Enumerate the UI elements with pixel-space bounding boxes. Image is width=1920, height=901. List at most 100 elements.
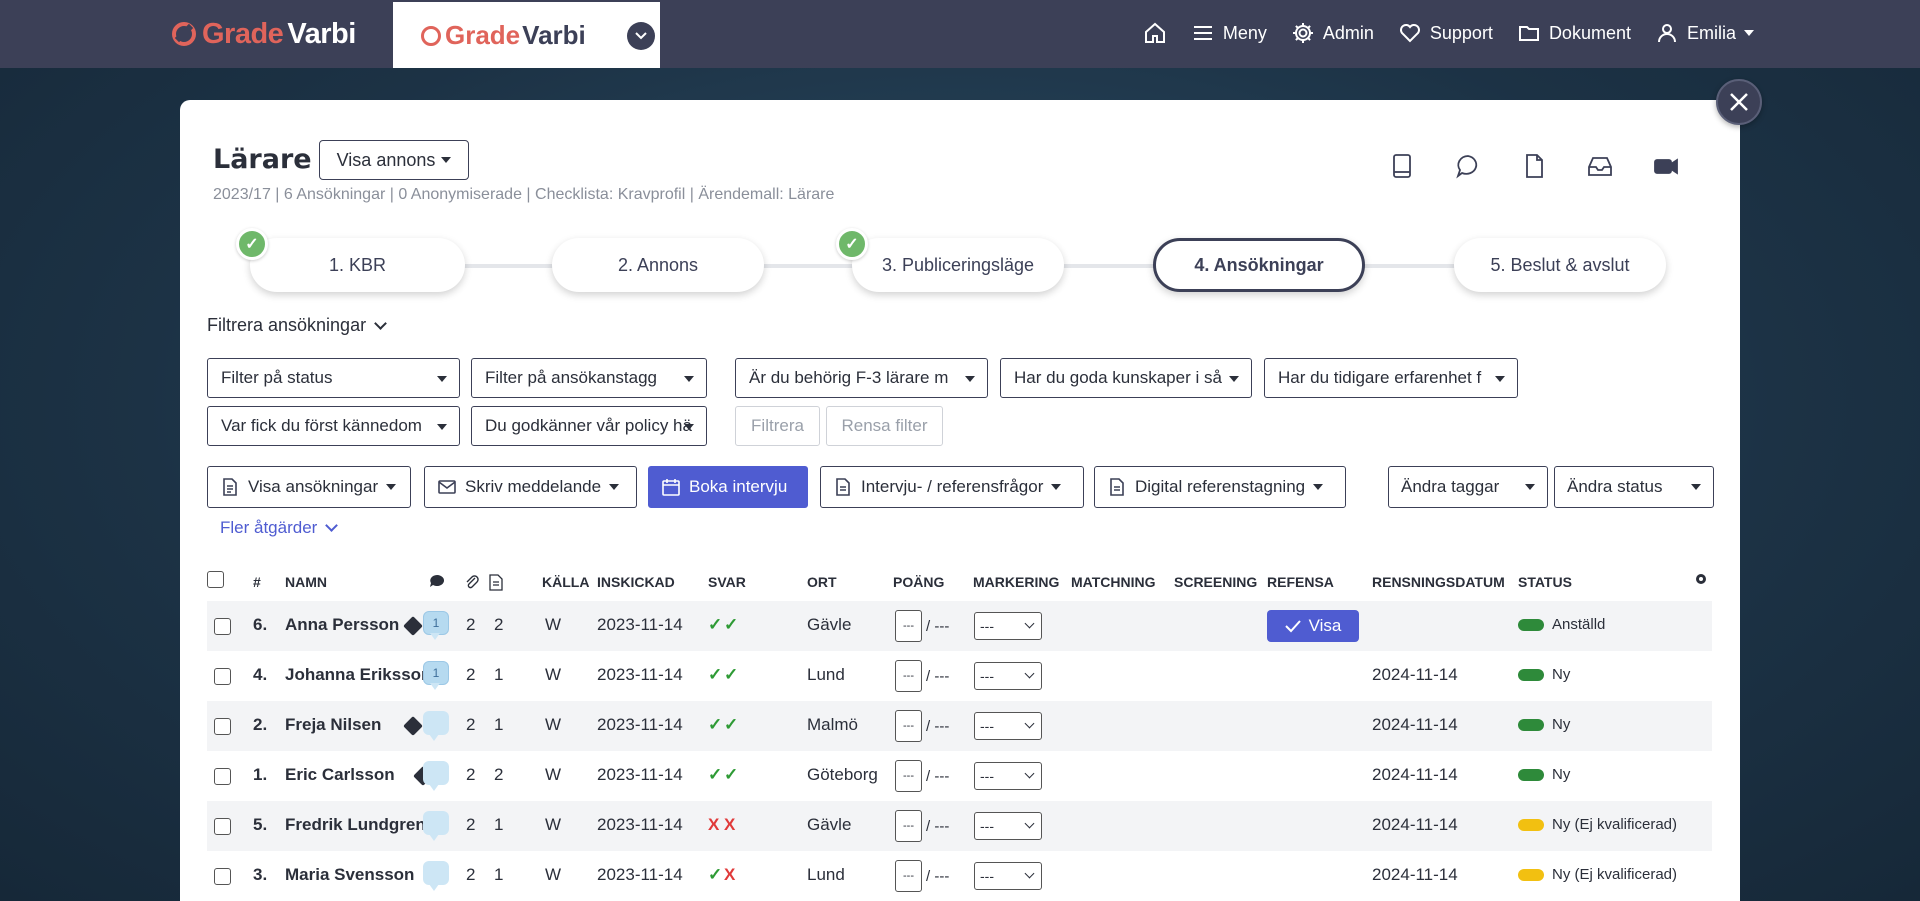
col-inskickad[interactable]: INSKICKAD <box>597 574 675 590</box>
points-input[interactable]: --- <box>895 760 922 792</box>
top-navbar: Grade Varbi Grade Varbi Meny Admin Support… <box>0 0 1920 68</box>
filter-status-select[interactable]: Filter på status <box>207 358 460 398</box>
boka-intervju-button[interactable]: Boka intervju <box>648 466 808 508</box>
points-input[interactable]: --- <box>895 610 922 642</box>
nav-admin[interactable]: Admin <box>1291 21 1374 45</box>
book-icon[interactable] <box>1388 152 1416 180</box>
rensa-filter-button[interactable]: Rensa filter <box>826 406 943 446</box>
applicant-name[interactable]: Eric Carlsson <box>285 765 395 785</box>
org-switcher-dropdown-icon[interactable] <box>627 22 655 50</box>
submitted-date: 2023-11-14 <box>597 865 683 884</box>
message-bubble-icon[interactable]: 1 <box>423 611 449 640</box>
col-status[interactable]: STATUS <box>1518 574 1572 590</box>
points-input[interactable]: --- <box>895 810 922 842</box>
fler-atgarder-toggle[interactable]: Fler åtgärder <box>220 518 339 538</box>
digital-referenstagning-button[interactable]: Digital referenstagning <box>1094 466 1346 508</box>
video-icon[interactable] <box>1652 152 1680 180</box>
row-checkbox[interactable] <box>214 818 231 835</box>
points-value: --- <box>903 820 914 832</box>
inbox-icon[interactable] <box>1586 152 1614 180</box>
col-markering[interactable]: MARKERING <box>973 574 1059 590</box>
applicant-name[interactable]: Maria Svensson <box>285 865 414 885</box>
intervju-fragor-button[interactable]: Intervju- / referensfrågor <box>820 466 1084 508</box>
nav-dokument-label: Dokument <box>1548 22 1631 43</box>
col-matchning[interactable]: MATCHNING <box>1071 574 1156 590</box>
marking-select[interactable]: --- <box>974 862 1042 890</box>
marking-select[interactable]: --- <box>974 712 1042 740</box>
andra-status-button[interactable]: Ändra status <box>1554 466 1714 508</box>
answer-indicator-1: ✓ <box>708 715 723 734</box>
chat-icon[interactable] <box>1454 152 1482 180</box>
nav-user[interactable]: Emilia <box>1655 21 1754 45</box>
filter-policy-select[interactable]: Du godkänner vår policy hä <box>471 406 707 446</box>
row-checkbox[interactable] <box>214 868 231 885</box>
filter-toggle[interactable]: Filtrera ansökningar <box>207 315 387 336</box>
col-kalla[interactable]: KÄLLA <box>542 574 589 590</box>
filter-tag-select[interactable]: Filter på ansökanstagg <box>471 358 707 398</box>
filtrera-button[interactable]: Filtrera <box>735 406 820 446</box>
step-beslut[interactable]: 5. Beslut & avslut <box>1454 238 1666 292</box>
message-bubble-icon[interactable] <box>423 711 449 741</box>
applicant-name[interactable]: Johanna Eriksson <box>285 665 431 685</box>
filter-behorig-select[interactable]: Är du behörig F-3 lärare m <box>735 358 988 398</box>
filter-kunskaper-select[interactable]: Har du goda kunskaper i så <box>1000 358 1252 398</box>
points-input[interactable]: --- <box>895 710 922 742</box>
submitted-date: 2023-11-14 <box>597 765 683 784</box>
row-checkbox[interactable] <box>214 718 231 735</box>
applicant-name[interactable]: Fredrik Lundgren <box>285 815 426 835</box>
status-dot <box>1518 719 1544 731</box>
row-checkbox[interactable] <box>214 668 231 685</box>
col-ort[interactable]: ORT <box>807 574 837 590</box>
message-bubble-icon[interactable] <box>423 761 449 791</box>
table-row[interactable]: 2. Freja Nilsen 2 1 W 2023-11-14 ✓ ✓ Malmö --- / -… <box>207 701 1712 751</box>
visa-ansokningar-button[interactable]: Visa ansökningar <box>207 466 411 508</box>
table-settings-icon[interactable] <box>1694 572 1708 589</box>
applicant-name[interactable]: Freja Nilsen <box>285 715 381 735</box>
nav-menu-label: Meny <box>1222 22 1267 43</box>
document-icon <box>1110 478 1124 496</box>
step-ansokningar[interactable]: 4. Ansökningar <box>1153 238 1365 292</box>
message-bubble-icon[interactable] <box>423 811 449 841</box>
close-modal-button[interactable] <box>1716 79 1762 125</box>
table-row[interactable]: 4. Johanna Eriksson 1 2 1 W 2023-11-14 ✓ ✓ Lund --… <box>207 651 1712 701</box>
table-row[interactable]: 5. Fredrik Lundgren 2 1 W 2023-11-14 X X Gävle --… <box>207 801 1712 851</box>
step-publiceringslage[interactable]: 3. Publiceringsläge <box>852 238 1064 292</box>
marking-select[interactable]: --- <box>974 762 1042 790</box>
org-switcher[interactable]: Grade Varbi <box>393 2 660 68</box>
col-refensa[interactable]: REFENSA <box>1267 574 1334 590</box>
table-row[interactable]: 1. Eric Carlsson 2 2 W 2023-11-14 ✓ ✓ Göteborg --… <box>207 751 1712 801</box>
filter-kannedom-select[interactable]: Var fick du först kännedom <box>207 406 460 446</box>
points-input[interactable]: --- <box>895 860 922 892</box>
visa-annons-button[interactable]: Visa annons <box>319 140 469 180</box>
select-all-checkbox[interactable] <box>207 571 224 588</box>
col-rensningsdatum[interactable]: RENSNINGSDATUM <box>1372 574 1505 590</box>
refensa-visa-button[interactable]: Visa <box>1267 610 1359 642</box>
step-annons[interactable]: 2. Annons <box>552 238 764 292</box>
applicant-name[interactable]: Anna Persson <box>285 615 399 635</box>
nav-home[interactable] <box>1143 21 1167 45</box>
message-bubble-icon[interactable] <box>423 861 449 891</box>
row-checkbox[interactable] <box>214 768 231 785</box>
col-name[interactable]: NAMN <box>285 574 327 590</box>
table-row[interactable]: 3. Maria Svensson 2 1 W 2023-11-14 ✓ X Lund --- / … <box>207 851 1712 901</box>
table-row[interactable]: 6. Anna Persson 1 2 2 W 2023-11-14 ✓ ✓ Gävle --- / … <box>207 601 1712 651</box>
points-input[interactable]: --- <box>895 660 922 692</box>
document-icon[interactable] <box>1520 152 1548 180</box>
marking-select[interactable]: --- <box>974 662 1042 690</box>
filter-toggle-label: Filtrera ansökningar <box>207 315 367 335</box>
row-checkbox[interactable] <box>214 618 231 635</box>
marking-select[interactable]: --- <box>974 612 1042 640</box>
marking-select[interactable]: --- <box>974 812 1042 840</box>
col-svar[interactable]: SVAR <box>708 574 746 590</box>
col-screening[interactable]: SCREENING <box>1174 574 1257 590</box>
andra-taggar-button[interactable]: Ändra taggar <box>1388 466 1548 508</box>
brand-logo[interactable]: Grade Varbi <box>172 16 356 52</box>
filter-erfarenhet-select[interactable]: Har du tidigare erfarenhet f <box>1264 358 1518 398</box>
skriv-meddelande-button[interactable]: Skriv meddelande <box>424 466 637 508</box>
nav-dokument[interactable]: Dokument <box>1517 21 1631 45</box>
message-bubble-icon[interactable]: 1 <box>423 661 449 690</box>
nav-menu[interactable]: Meny <box>1191 21 1267 45</box>
nav-support[interactable]: Support <box>1398 21 1493 45</box>
step-kbr[interactable]: 1. KBR <box>250 238 465 292</box>
col-poang[interactable]: POÄNG <box>893 574 944 590</box>
